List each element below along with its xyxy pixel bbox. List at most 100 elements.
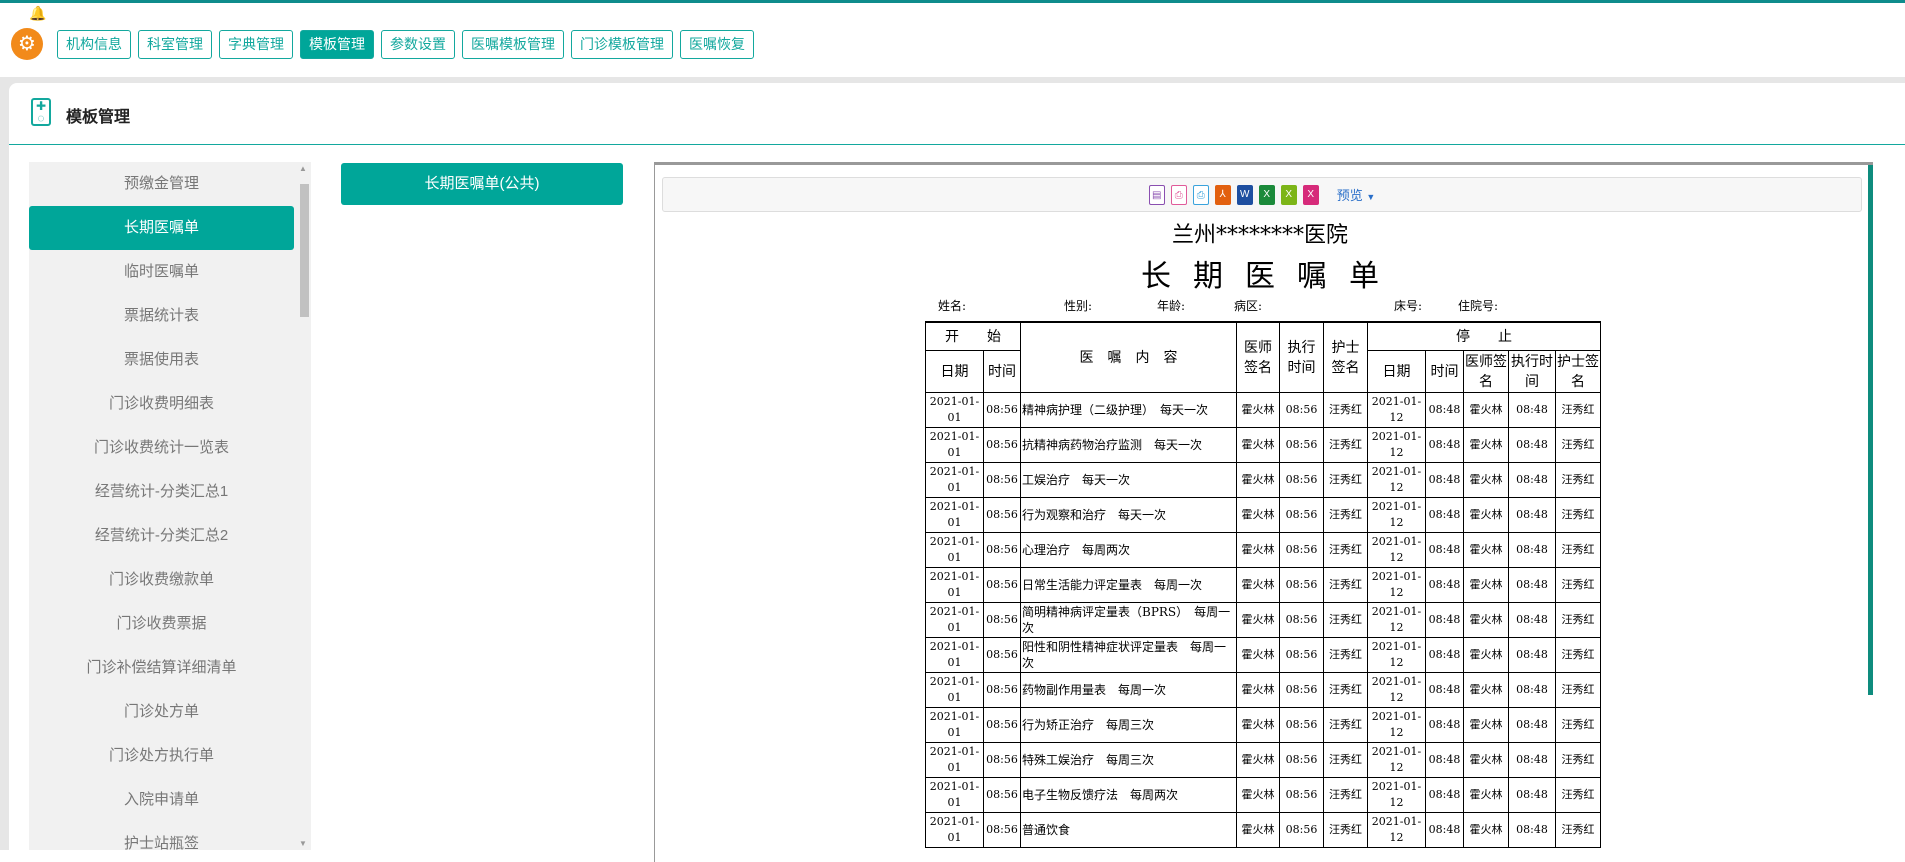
- order-row: 2021-01-01 08:56 工娱治疗 每天一次 霍火林 08:56 汪秀红 2021-…: [925, 461, 1601, 498]
- sidebar-item[interactable]: 经营统计-分类汇总1: [29, 470, 294, 514]
- order-cell: 2021-01-01: [925, 636, 984, 673]
- order-cell: 08:56: [1279, 776, 1324, 813]
- header-start-time: 时间: [983, 349, 1021, 393]
- order-cell: 汪秀红: [1323, 566, 1368, 603]
- order-cell: 08:56: [983, 671, 1021, 708]
- order-cell: 汪秀红: [1323, 706, 1368, 743]
- order-sheet: 兰州********医院 长期医嘱单 姓名: 性别: 年龄: 病区: 床号: 住…: [655, 215, 1865, 848]
- order-cell: 霍火林: [1236, 601, 1280, 638]
- order-cell: 汪秀红: [1555, 671, 1601, 708]
- nav-tab[interactable]: 机构信息: [57, 30, 131, 59]
- print-preview-frame: ▤ ⎙ ⎙ ⅄ W X X X 预览 ▼ 兰州********医院 长期医嘱单 …: [654, 162, 1873, 862]
- order-cell: 2021-01-01: [925, 461, 984, 498]
- order-cell: 汪秀红: [1323, 741, 1368, 778]
- order-cell: 2021-01-12: [1367, 566, 1426, 603]
- sidebar-item[interactable]: 门诊收费明细表: [29, 382, 294, 426]
- order-cell: 08:48: [1425, 496, 1464, 533]
- bell-icon[interactable]: 🔔: [29, 5, 46, 22]
- sidebar-item[interactable]: 票据统计表: [29, 294, 294, 338]
- print-icon[interactable]: ⎙: [1170, 184, 1187, 205]
- print-direct-icon[interactable]: ⎙: [1192, 184, 1209, 205]
- order-cell: 2021-01-12: [1367, 601, 1426, 638]
- sidebar-item[interactable]: 经营统计-分类汇总2: [29, 514, 294, 558]
- sidebar-item[interactable]: 预缴金管理: [29, 162, 294, 206]
- frame-scrollbar[interactable]: [1868, 165, 1873, 695]
- order-cell: 08:48: [1425, 636, 1464, 673]
- nav-tab[interactable]: 模板管理: [300, 30, 374, 59]
- sidebar-item[interactable]: 门诊补偿结算详细清单: [29, 646, 294, 690]
- scroll-down-icon[interactable]: ▼: [299, 839, 307, 848]
- sidebar-item[interactable]: 票据使用表: [29, 338, 294, 382]
- header-exec-time: 执行时间: [1279, 321, 1324, 393]
- print-design-icon[interactable]: ▤: [1148, 184, 1165, 205]
- order-cell: 霍火林: [1463, 426, 1509, 463]
- order-cell: 霍火林: [1463, 531, 1509, 568]
- app-logo-gear-icon: ⚙: [11, 28, 43, 60]
- order-cell: 特殊工娱治疗 每周三次: [1020, 741, 1237, 778]
- order-cell: 08:48: [1425, 391, 1464, 428]
- export-pdf-icon[interactable]: ⅄: [1214, 184, 1231, 205]
- order-cell: 汪秀红: [1555, 636, 1601, 673]
- order-cell: 汪秀红: [1555, 566, 1601, 603]
- sidebar-scrollbar[interactable]: ▲ ▼: [297, 162, 311, 850]
- order-cell: 2021-01-12: [1367, 391, 1426, 428]
- order-cell: 电子生物反馈疗法 每周两次: [1020, 776, 1237, 813]
- sidebar-item[interactable]: 门诊处方单: [29, 690, 294, 734]
- ward-label: 病区:: [1234, 299, 1263, 313]
- order-cell: 2021-01-01: [925, 671, 984, 708]
- sidebar-item[interactable]: 临时医嘱单: [29, 250, 294, 294]
- export-excel-data-icon[interactable]: X: [1302, 184, 1319, 205]
- sidebar-item[interactable]: 长期医嘱单: [29, 206, 294, 250]
- nav-tab[interactable]: 医嘱模板管理: [462, 30, 564, 59]
- order-row: 2021-01-01 08:56 药物副作用量表 每周一次 霍火林 08:56 汪秀红 20…: [925, 671, 1601, 708]
- order-cell: 08:56: [983, 741, 1021, 778]
- order-cell: 08:56: [983, 496, 1021, 533]
- order-cell: 08:48: [1425, 811, 1464, 848]
- sidebar-item[interactable]: 门诊处方执行单: [29, 734, 294, 778]
- header-start-date: 日期: [925, 349, 984, 393]
- order-cell: 汪秀红: [1555, 531, 1601, 568]
- medical-record-icon: ✚ ◌: [31, 98, 51, 126]
- sidebar-item[interactable]: 门诊收费统计一览表: [29, 426, 294, 470]
- order-row: 2021-01-01 08:56 抗精神病药物治疗监测 每天一次 霍火林 08:56 汪秀…: [925, 426, 1601, 463]
- order-row: 2021-01-01 08:56 精神病护理（二级护理） 每天一次 霍火林 08:56 汪…: [925, 391, 1601, 428]
- preview-label: 预览: [1336, 188, 1363, 203]
- sidebar-item[interactable]: 入院申请单: [29, 778, 294, 822]
- sidebar-item[interactable]: 门诊收费票据: [29, 602, 294, 646]
- order-cell: 汪秀红: [1555, 776, 1601, 813]
- order-cell: 08:56: [1279, 636, 1324, 673]
- order-cell: 08:56: [1279, 426, 1324, 463]
- nav-tab[interactable]: 科室管理: [138, 30, 212, 59]
- card-header: ✚ ◌ 模板管理: [9, 83, 1905, 145]
- order-cell: 霍火林: [1236, 741, 1280, 778]
- nav-tab[interactable]: 字典管理: [219, 30, 293, 59]
- order-cell: 汪秀红: [1555, 811, 1601, 848]
- export-excel-icon[interactable]: X: [1258, 184, 1275, 205]
- header-stop-time: 时间: [1425, 349, 1464, 393]
- scroll-up-icon[interactable]: ▲: [299, 164, 307, 173]
- order-cell: 2021-01-01: [925, 496, 984, 533]
- order-cell: 08:56: [983, 776, 1021, 813]
- order-cell: 2021-01-12: [1367, 496, 1426, 533]
- order-row: 2021-01-01 08:56 简明精神病评定量表（BPRS） 每周一次 霍火林 08…: [925, 601, 1601, 638]
- page-title: 模板管理: [66, 109, 131, 126]
- sidebar-item[interactable]: 护士站瓶签: [29, 822, 294, 850]
- order-cell: 2021-01-01: [925, 811, 984, 848]
- order-cell: 2021-01-12: [1367, 636, 1426, 673]
- header-stop-date: 日期: [1367, 349, 1426, 393]
- order-cell: 霍火林: [1236, 496, 1280, 533]
- order-cell: 汪秀红: [1323, 671, 1368, 708]
- order-cell: 汪秀红: [1323, 811, 1368, 848]
- order-cell: 08:48: [1425, 706, 1464, 743]
- export-excel-alt-icon[interactable]: X: [1280, 184, 1297, 205]
- nav-tab[interactable]: 门诊模板管理: [571, 30, 673, 59]
- template-item-long-term-orders[interactable]: 长期医嘱单(公共): [341, 163, 623, 205]
- scrollbar-thumb[interactable]: [300, 184, 309, 317]
- export-word-icon[interactable]: W: [1236, 184, 1253, 205]
- order-cell: 2021-01-12: [1367, 531, 1426, 568]
- preview-dropdown[interactable]: 预览 ▼: [1337, 185, 1376, 204]
- nav-tab[interactable]: 医嘱恢复: [680, 30, 754, 59]
- sidebar-item[interactable]: 门诊收费缴款单: [29, 558, 294, 602]
- nav-tab[interactable]: 参数设置: [381, 30, 455, 59]
- header-stop-nurse: 护士签名: [1555, 349, 1601, 393]
